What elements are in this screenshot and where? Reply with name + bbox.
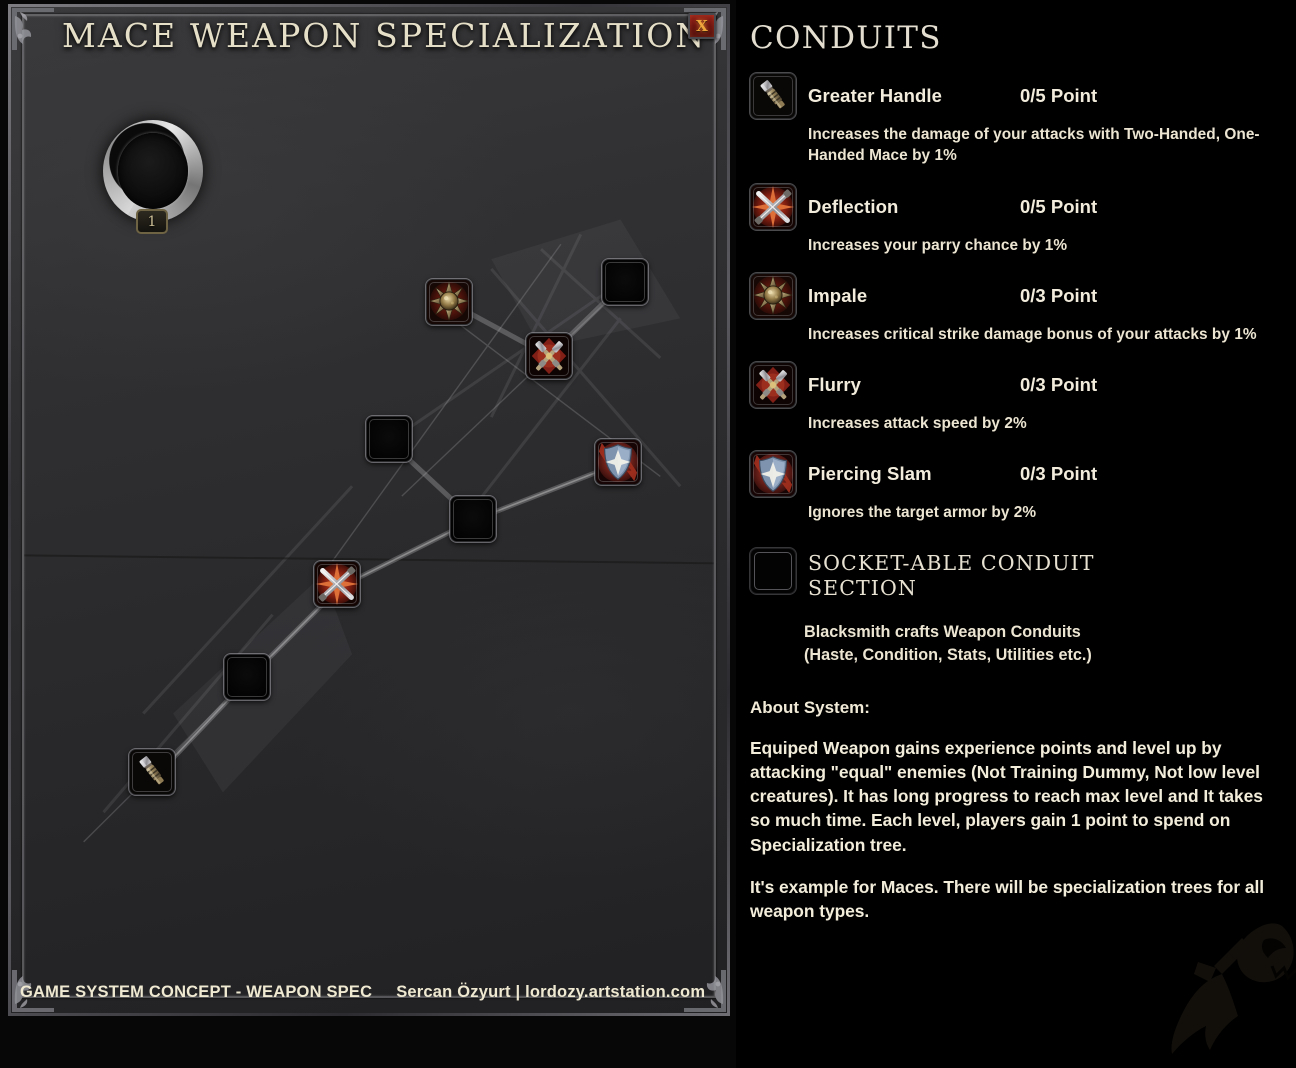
- empty-socket-art: [603, 260, 647, 304]
- conduit-points: 0/3 Point: [1020, 284, 1098, 306]
- root-node-ring: [103, 120, 203, 222]
- mace-watermark-logo: [1132, 910, 1296, 1060]
- socketable-section-note: Blacksmith crafts Weapon Conduits (Haste…: [804, 621, 1278, 669]
- deflect-icon: [315, 562, 359, 606]
- close-button[interactable]: X: [688, 13, 716, 39]
- empty-node-mid-left[interactable]: [366, 416, 412, 462]
- piercing-slam-node[interactable]: [595, 439, 641, 485]
- conduit-description: Increases the damage of your attacks wit…: [808, 126, 1260, 165]
- app-root: MACE WEAPON SPECIALIZATION X 1 GAME SYST…: [0, 0, 1296, 1068]
- conduits-heading: CONDUITS: [750, 20, 942, 56]
- conduit-flurry-icon[interactable]: [750, 362, 796, 408]
- conduit-points: 0/5 Point: [1020, 85, 1098, 106]
- impale-icon: [427, 280, 471, 324]
- socketable-title-line1: SOCKET-ABLE CONDUIT: [808, 550, 1095, 575]
- handle-icon: [130, 750, 174, 794]
- empty-node-center[interactable]: [450, 496, 496, 542]
- conduit-name: Piercing Slam: [808, 463, 932, 485]
- socketable-conduit-section: SOCKET-ABLE CONDUIT SECTION: [750, 547, 1278, 601]
- about-system-heading: About System:: [750, 698, 870, 718]
- conduit-entry: Impale 0/3 Point Increases critical strike…: [750, 270, 1278, 345]
- empty-socket-icon[interactable]: [750, 547, 796, 594]
- conduit-deflect-icon[interactable]: [750, 183, 796, 230]
- empty-socket-art: [451, 497, 495, 541]
- conduit-impale-icon[interactable]: [750, 272, 796, 319]
- weapon-level-badge: 1: [136, 209, 168, 234]
- flurry-node[interactable]: [526, 333, 572, 379]
- conduit-row[interactable]: Flurry 0/3 Point: [750, 359, 1278, 411]
- about-system-paragraph-1: Equiped Weapon gains experience points a…: [750, 738, 1263, 855]
- conduits-sidebar: CONDUITS Greater Handle 0/5 Point Increase…: [736, 0, 1296, 1068]
- conduit-points: 0/3 Point: [1020, 463, 1098, 485]
- conduit-points: 0/5 Point: [1020, 195, 1098, 217]
- conduit-description: Increases critical strike damage bonus o…: [808, 325, 1257, 343]
- footer: GAME SYSTEM CONCEPT - WEAPON SPEC Sercan…: [20, 983, 740, 1002]
- flurry-icon: [527, 334, 571, 378]
- conduit-row[interactable]: Greater Handle 0/5 Point: [750, 70, 1278, 122]
- about-system-paragraph-2: It's example for Maces. There will be sp…: [750, 876, 1265, 921]
- conduit-handle-icon[interactable]: [750, 73, 796, 119]
- conduit-name: Deflection: [808, 195, 899, 217]
- conduit-list: Greater Handle 0/5 Point Increases the dam…: [746, 70, 1278, 524]
- conduit-description: Ignores the target armor by 2%: [808, 504, 1037, 522]
- close-icon: X: [696, 16, 708, 35]
- conduit-entry: Greater Handle 0/5 Point Increases the dam…: [750, 70, 1278, 167]
- empty-socket-art: [225, 655, 269, 699]
- corner-ornament-top-left: [10, 6, 56, 52]
- piercing-icon: [596, 440, 640, 484]
- empty-socket-art: [367, 417, 411, 461]
- footer-concept: GAME SYSTEM CONCEPT - WEAPON SPEC: [20, 983, 373, 1001]
- greater-handle-node[interactable]: [129, 749, 175, 795]
- empty-node-low[interactable]: [224, 654, 270, 700]
- conduit-entry: Piercing Slam 0/3 Point Ignores the target…: [750, 448, 1278, 523]
- conduit-name: Flurry: [808, 374, 862, 395]
- socketable-section-title: SOCKET-ABLE CONDUIT SECTION: [808, 548, 1095, 601]
- conduit-description: Increases your parry chance by 1%: [808, 236, 1068, 254]
- conduit-description: Increases attack speed by 2%: [808, 415, 1027, 432]
- page-title: MACE WEAPON SPECIALIZATION: [62, 16, 707, 55]
- impale-node[interactable]: [426, 279, 472, 325]
- conduit-entry: Flurry 0/3 Point Increases attack speed by…: [750, 359, 1278, 434]
- socketable-title-line2: SECTION: [808, 575, 917, 600]
- conduit-row[interactable]: Deflection 0/5 Point: [750, 181, 1278, 233]
- root-weapon-node[interactable]: 1: [103, 120, 203, 234]
- socketable-note-line1: Blacksmith crafts Weapon Conduits: [804, 622, 1081, 641]
- empty-node-top[interactable]: [602, 259, 648, 305]
- conduit-name: Impale: [808, 284, 868, 306]
- conduit-entry: Deflection 0/5 Point Increases your parry …: [750, 181, 1278, 256]
- weapon-spec-panel: MACE WEAPON SPECIALIZATION X 1 GAME SYST…: [8, 4, 730, 1016]
- conduit-row[interactable]: Piercing Slam 0/3 Point: [750, 448, 1278, 500]
- footer-credit: Sercan Özyurt | lordozy.artstation.com: [396, 983, 706, 1001]
- conduit-row[interactable]: Impale 0/3 Point: [750, 270, 1278, 322]
- socketable-note-line2: (Haste, Condition, Stats, Utilities etc.…: [804, 646, 1092, 665]
- deflection-node[interactable]: [314, 561, 360, 607]
- conduit-points: 0/3 Point: [1020, 374, 1098, 395]
- weapon-level-value: 1: [147, 213, 157, 230]
- conduit-piercing-icon[interactable]: [750, 451, 796, 498]
- conduit-name: Greater Handle: [808, 85, 943, 106]
